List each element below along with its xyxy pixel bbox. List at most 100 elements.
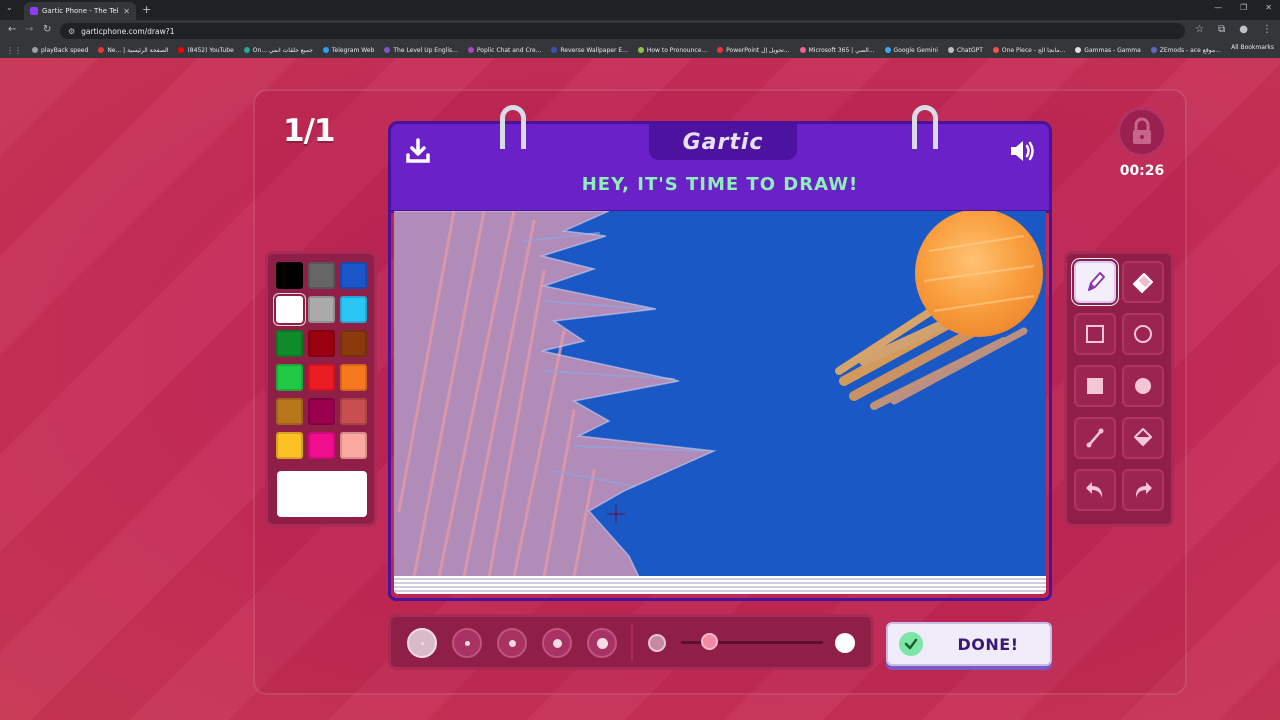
gartic-favicon-icon — [30, 7, 38, 15]
ellipse-fill-tool[interactable] — [1122, 365, 1164, 407]
color-swatch[interactable] — [340, 432, 367, 459]
color-swatch[interactable] — [276, 262, 303, 289]
brush-size-button[interactable] — [452, 628, 482, 658]
color-swatch[interactable] — [276, 330, 303, 357]
reload-icon[interactable]: ↻ — [43, 24, 51, 35]
line-tool[interactable] — [1074, 417, 1116, 459]
bookmark-item[interactable]: Microsoft 365 | الصي... — [799, 47, 875, 54]
undo-icon — [1086, 482, 1103, 498]
bookmark-item[interactable]: Telegram Web — [322, 46, 375, 54]
site-info-icon[interactable]: ⚙ — [68, 27, 75, 36]
minimize-icon[interactable]: — — [1214, 3, 1222, 12]
eraser-tool[interactable] — [1122, 261, 1164, 303]
menu-icon[interactable]: ⋮ — [1262, 24, 1272, 35]
lock-button[interactable] — [1117, 107, 1167, 157]
window-controls: — ❐ ✕ — [1214, 3, 1272, 12]
bookmark-item[interactable]: PowerPoint تحويل إل... — [717, 46, 790, 54]
round-counter: 1/1 — [283, 113, 335, 149]
restore-icon[interactable]: ❐ — [1240, 3, 1247, 12]
color-swatch[interactable] — [276, 364, 303, 391]
bookmark-item[interactable]: Ne... | الصفحة الرئيسية — [98, 47, 168, 54]
color-swatch[interactable] — [308, 262, 335, 289]
done-button[interactable]: DONE! — [886, 622, 1052, 666]
download-icon[interactable] — [403, 136, 433, 166]
rectangle-fill-tool[interactable] — [1074, 365, 1116, 407]
bookmark-favicon-icon — [98, 47, 105, 53]
bookmark-favicon-icon — [947, 47, 954, 53]
bookmark-item[interactable]: Gammas - Gamma — [1075, 47, 1141, 54]
apps-icon[interactable]: ⋮⋮ — [6, 46, 22, 55]
color-swatch[interactable] — [340, 398, 367, 425]
close-window-icon[interactable]: ✕ — [1265, 3, 1272, 12]
address-bar[interactable]: ⚙ garticphone.com/draw?1 — [60, 23, 1185, 39]
ellipse-outline-tool[interactable] — [1122, 313, 1164, 355]
bookmark-item[interactable]: ChatGPT — [947, 47, 983, 54]
color-swatch[interactable] — [340, 330, 367, 357]
bookmark-label: PowerPoint تحويل إل... — [726, 46, 790, 54]
pencil-tool[interactable] — [1074, 261, 1116, 303]
forward-icon[interactable]: → — [25, 24, 33, 35]
color-swatch[interactable] — [276, 398, 303, 425]
color-swatch[interactable] — [308, 398, 335, 425]
color-swatch[interactable] — [276, 432, 303, 459]
brush-settings — [388, 614, 874, 670]
sound-icon[interactable] — [1007, 136, 1037, 166]
notebook-border — [388, 211, 1052, 601]
done-label: DONE! — [957, 634, 1019, 654]
brush-size-button[interactable] — [587, 628, 617, 658]
color-swatch[interactable] — [340, 262, 367, 289]
color-swatch[interactable] — [308, 432, 335, 459]
bookmark-item[interactable]: How to Pronounce... — [637, 46, 708, 54]
countdown-timer: 00:26 — [1119, 163, 1165, 179]
bookmark-favicon-icon — [1150, 47, 1157, 53]
notebook-header: Gartic HEY, IT'S TIME TO DRAW! — [388, 121, 1052, 213]
color-swatch[interactable] — [340, 296, 367, 323]
color-swatch[interactable] — [308, 364, 335, 391]
back-icon[interactable]: ← — [8, 24, 16, 35]
bookmark-item[interactable]: Poplic Chat and Cre... — [467, 47, 541, 54]
logo-tab: Gartic — [649, 124, 797, 160]
draw-banner: HEY, IT'S TIME TO DRAW! — [581, 174, 859, 195]
opacity-high-icon — [835, 633, 855, 653]
bookmark-favicon-icon — [322, 47, 329, 53]
bookmark-star-icon[interactable]: ☆ — [1195, 24, 1204, 35]
rectangle-outline-tool[interactable] — [1074, 313, 1116, 355]
bookmark-item[interactable]: (8452) YouTube — [178, 47, 234, 54]
bookmark-item[interactable]: The Level Up Englis... — [384, 47, 458, 54]
color-swatch[interactable] — [340, 364, 367, 391]
bookmark-item[interactable]: Google Gemini — [884, 47, 938, 54]
extensions-icon[interactable]: ⧉ — [1218, 24, 1225, 35]
color-swatch[interactable] — [276, 296, 303, 323]
opacity-slider-knob[interactable] — [701, 633, 719, 650]
redo-tool[interactable] — [1122, 469, 1164, 511]
bookmark-label: Telegram Web — [331, 46, 375, 54]
bookmark-item[interactable]: playBack speed — [32, 47, 88, 54]
color-swatch[interactable] — [308, 296, 335, 323]
tab-bar: ⌄ Gartic Phone - The Telephone G ✕ + — ❐… — [0, 0, 1280, 20]
bookmark-label: How to Pronounce... — [646, 46, 708, 54]
bookmark-item[interactable]: One Piece - مانجا الج... — [992, 47, 1065, 54]
brush-size-dot — [420, 641, 424, 645]
tab-search-icon[interactable]: ⌄ — [6, 3, 13, 12]
close-tab-icon[interactable]: ✕ — [123, 7, 130, 16]
bookmark-label: Ne... | الصفحة الرئيسية — [107, 46, 169, 54]
gartic-logo: Gartic — [682, 129, 764, 155]
brush-size-button[interactable] — [407, 628, 437, 658]
tab-title: Gartic Phone - The Telephone G — [42, 7, 119, 15]
fill-bucket-tool[interactable] — [1122, 417, 1164, 459]
bookmark-item[interactable]: ZEmods - ace موقع... — [1150, 47, 1221, 54]
color-swatch[interactable] — [308, 330, 335, 357]
new-tab-icon[interactable]: + — [142, 3, 151, 16]
bookmark-item[interactable]: On... جميع حلقات انمي — [243, 47, 313, 54]
all-bookmarks[interactable]: All Bookmarks — [1231, 44, 1274, 51]
bookmark-favicon-icon — [384, 47, 391, 53]
browser-toolbar: ← → ↻ ⚙ garticphone.com/draw?1 ☆ ⧉ ● ⋮ — [0, 20, 1280, 42]
bookmark-item[interactable]: Reverse Wallpaper E... — [551, 47, 628, 54]
profile-icon[interactable]: ● — [1239, 24, 1248, 35]
toolbar-actions: ☆ ⧉ ● ⋮ — [1195, 24, 1272, 35]
active-tab[interactable]: Gartic Phone - The Telephone G ✕ — [24, 2, 136, 20]
brush-size-button[interactable] — [542, 628, 572, 658]
undo-tool[interactable] — [1074, 469, 1116, 511]
brush-size-button[interactable] — [497, 628, 527, 658]
lock-icon — [1133, 117, 1151, 144]
